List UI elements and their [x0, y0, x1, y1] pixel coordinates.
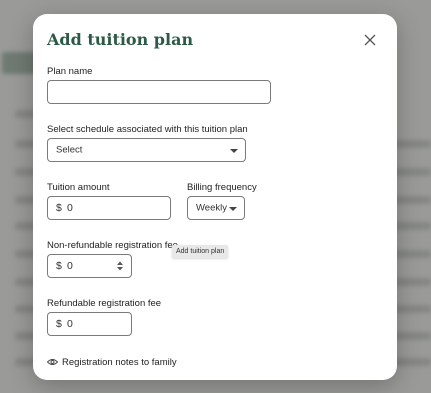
currency-symbol: $: [56, 260, 62, 272]
eye-icon: [47, 359, 58, 365]
schedule-selected: Select: [56, 144, 83, 156]
close-icon: [364, 34, 376, 46]
tuition-amount-input[interactable]: $ 0: [47, 196, 171, 220]
billing-frequency-label: Billing frequency: [187, 182, 257, 193]
number-stepper-icon[interactable]: [116, 260, 124, 272]
non-refundable-fee-label: Non-refundable registration fee: [47, 240, 178, 251]
tuition-amount-label: Tuition amount: [47, 182, 110, 193]
dialog-title: Add tuition plan: [47, 30, 194, 49]
registration-notes-label: Registration notes to family: [62, 356, 177, 368]
currency-symbol: $: [56, 318, 62, 330]
non-refundable-fee-value: 0: [67, 260, 73, 272]
schedule-select[interactable]: Select: [47, 138, 246, 162]
plan-name-input[interactable]: [47, 80, 271, 104]
currency-symbol: $: [56, 202, 62, 214]
tuition-amount-value: 0: [67, 202, 73, 214]
billing-frequency-select[interactable]: Weekly: [187, 196, 245, 220]
close-button[interactable]: [361, 31, 379, 49]
registration-notes-toggle[interactable]: Registration notes to family: [47, 355, 177, 369]
tooltip: Add tuition plan: [172, 245, 229, 258]
refundable-fee-input[interactable]: $ 0: [47, 312, 132, 336]
refundable-fee-label: Refundable registration fee: [47, 298, 162, 309]
chevron-down-icon: [230, 149, 238, 153]
chevron-down-icon: [229, 207, 237, 211]
billing-frequency-selected: Weekly: [196, 202, 227, 214]
refundable-fee-value: 0: [67, 318, 73, 330]
non-refundable-fee-input[interactable]: $ 0: [47, 254, 132, 278]
schedule-label: Select schedule associated with this tui…: [47, 124, 248, 135]
plan-name-label: Plan name: [47, 66, 93, 77]
add-tuition-plan-dialog: Add tuition plan Plan name Select schedu…: [33, 14, 397, 380]
